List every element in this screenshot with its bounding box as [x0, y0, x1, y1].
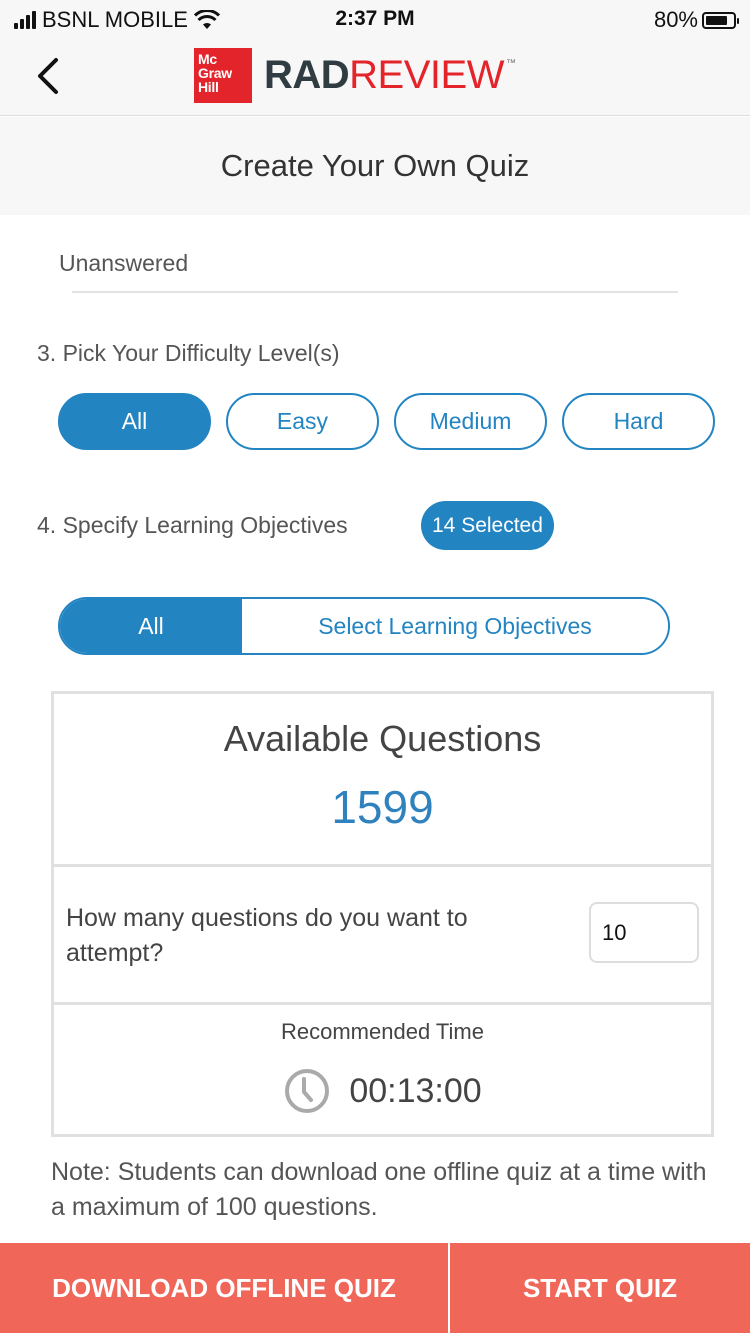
brand-review: REVIEW — [349, 53, 504, 97]
brand-rad: RAD — [264, 53, 350, 97]
quiz-summary-card: Available Questions 1599 How many questi… — [51, 691, 714, 1137]
question-count-input[interactable] — [589, 902, 699, 963]
recommended-time-title: Recommended Time — [281, 1019, 484, 1044]
difficulty-all-button[interactable]: All — [58, 393, 211, 450]
difficulty-label: 3. Pick Your Difficulty Level(s) — [37, 340, 340, 366]
app-logo: Mc Graw Hill RAD REVIEW ™ — [194, 48, 516, 103]
divider — [72, 291, 678, 293]
battery-icon — [702, 11, 739, 29]
difficulty-hard-button[interactable]: Hard — [562, 393, 715, 450]
objectives-label: 4. Specify Learning Objectives — [37, 512, 348, 538]
select-objectives-segment[interactable]: Select Learning Objectives — [242, 599, 668, 653]
recommended-time-row: 00:13:00 — [54, 1067, 711, 1115]
attempt-count-label: How many questions do you want to attemp… — [66, 904, 468, 967]
recommended-time-section: Recommended Time 00:13:00 — [54, 1005, 711, 1137]
chevron-left-icon — [38, 58, 58, 94]
available-questions-count: 1599 — [331, 781, 434, 833]
available-questions-title: Available Questions — [223, 718, 542, 759]
objectives-all-segment[interactable]: All — [60, 599, 242, 653]
status-time: 2:37 PM — [335, 7, 415, 30]
mcgraw-hill-logo: Mc Graw Hill — [194, 48, 252, 103]
logo-line: Hill — [198, 79, 219, 95]
difficulty-easy-button[interactable]: Easy — [226, 393, 379, 450]
logo-line: Mc — [198, 51, 217, 67]
back-button[interactable] — [30, 54, 70, 98]
page-header: Create Your Own Quiz — [0, 117, 750, 215]
download-offline-quiz-button[interactable]: DOWNLOAD OFFLINE QUIZ — [0, 1243, 450, 1333]
battery-fill — [706, 15, 727, 25]
offline-quiz-note: Note: Students can download one offline … — [51, 1158, 707, 1221]
question-status-filter[interactable]: Unanswered — [59, 250, 188, 277]
recommended-time-value: 00:13:00 — [349, 1071, 482, 1110]
nav-bar: Mc Graw Hill RAD REVIEW ™ — [0, 40, 750, 116]
attempt-count-section: How many questions do you want to attemp… — [54, 867, 711, 1005]
page-title: Create Your Own Quiz — [220, 148, 530, 183]
battery-percent: 80% — [653, 7, 698, 32]
difficulty-options: All Easy Medium Hard — [58, 393, 715, 450]
status-bar: BSNL MOBILE 2:37 PM 80% — [0, 0, 750, 40]
footer-actions: DOWNLOAD OFFLINE QUIZ START QUIZ — [0, 1243, 750, 1333]
trademark: ™ — [505, 58, 516, 69]
available-questions-section: Available Questions 1599 — [54, 694, 711, 867]
clock-icon — [285, 1069, 330, 1113]
difficulty-medium-button[interactable]: Medium — [394, 393, 547, 450]
logo-line: Graw — [198, 65, 232, 81]
selected-count-badge: 14 Selected — [421, 501, 554, 550]
start-quiz-button[interactable]: START QUIZ — [450, 1243, 750, 1333]
status-right: 80% — [653, 7, 739, 33]
objectives-segmented-control: All Select Learning Objectives — [58, 597, 670, 655]
